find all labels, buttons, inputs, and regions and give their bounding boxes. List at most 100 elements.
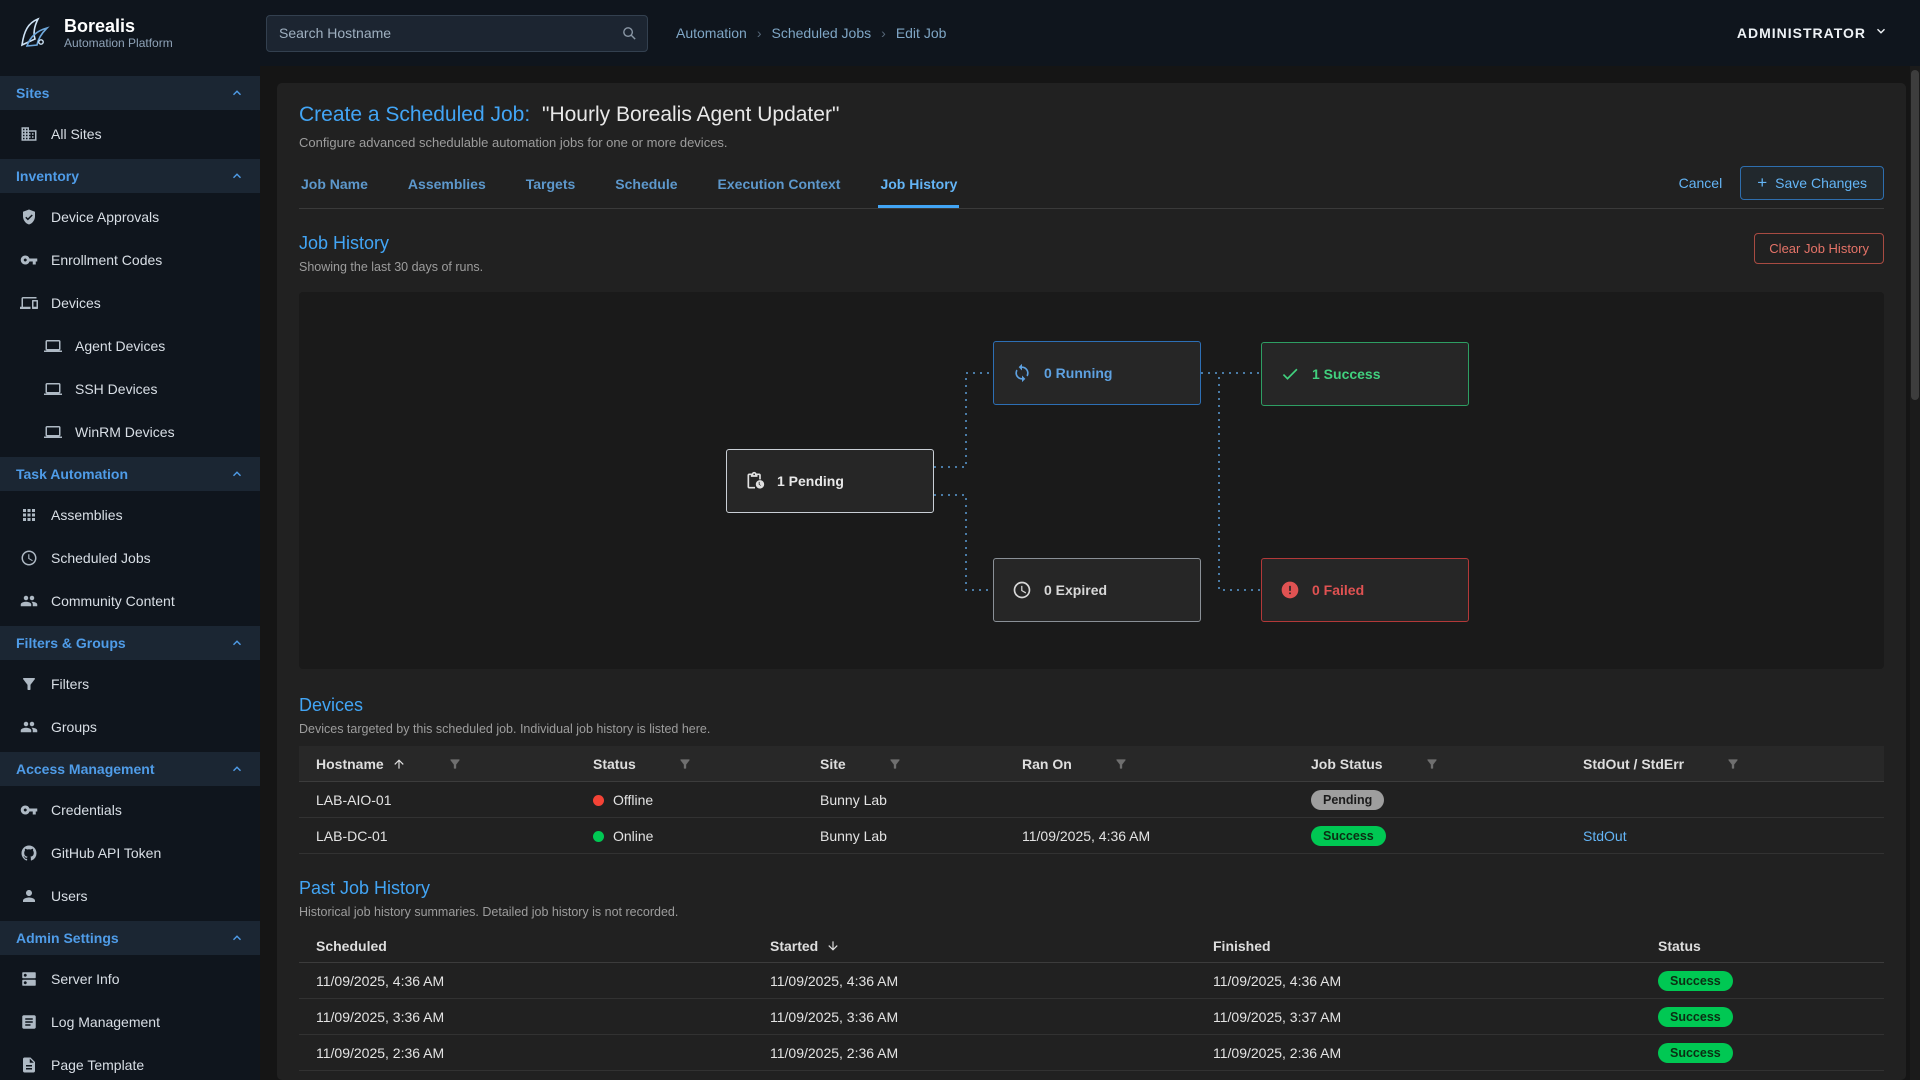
tab-assemblies[interactable]: Assemblies bbox=[406, 166, 488, 208]
devices-subheading: Devices targeted by this scheduled job. … bbox=[299, 722, 1884, 736]
cell-finished: 11/09/2025, 4:36 AM bbox=[1213, 973, 1658, 989]
sidebar-item-scheduled-jobs[interactable]: Scheduled Jobs bbox=[0, 536, 260, 579]
sidebar-item-label: Users bbox=[51, 888, 88, 904]
clock-icon bbox=[20, 549, 38, 567]
sidebar-item-server-info[interactable]: Server Info bbox=[0, 957, 260, 1000]
sidebar-item-ssh-devices[interactable]: SSH Devices bbox=[0, 367, 260, 410]
table-row[interactable]: 11/09/2025, 3:36 AM 11/09/2025, 3:36 AM … bbox=[299, 999, 1884, 1035]
sidebar-item-github-api-token[interactable]: GitHub API Token bbox=[0, 831, 260, 874]
sidebar-item-agent-devices[interactable]: Agent Devices bbox=[0, 324, 260, 367]
sidebar-item-page-template[interactable]: Page Template bbox=[0, 1043, 260, 1080]
sidebar-item-users[interactable]: Users bbox=[0, 874, 260, 917]
table-row[interactable]: 11/09/2025, 2:36 AM 11/09/2025, 2:36 AM … bbox=[299, 1035, 1884, 1071]
sort-desc-icon[interactable] bbox=[826, 939, 840, 953]
clipboard-clock-icon bbox=[745, 471, 765, 491]
column-header-site[interactable]: Site bbox=[820, 756, 846, 772]
breadcrumb-separator: › bbox=[757, 25, 762, 41]
sidebar-item-credentials[interactable]: Credentials bbox=[0, 788, 260, 831]
filter-menu-icon[interactable] bbox=[678, 757, 692, 771]
flow-node-label: 0 Expired bbox=[1044, 582, 1107, 598]
sidebar-item-enrollment-codes[interactable]: Enrollment Codes bbox=[0, 238, 260, 281]
sidebar-section-admin-settings[interactable]: Admin Settings bbox=[0, 921, 260, 955]
cell-scheduled: 11/09/2025, 2:36 AM bbox=[316, 1045, 770, 1061]
sidebar-section-label: Filters & Groups bbox=[16, 635, 126, 651]
sidebar-item-label: Agent Devices bbox=[75, 338, 165, 354]
tab-targets[interactable]: Targets bbox=[524, 166, 578, 208]
scrollbar-thumb[interactable] bbox=[1911, 70, 1919, 400]
sidebar-item-winrm-devices[interactable]: WinRM Devices bbox=[0, 410, 260, 453]
filter-menu-icon[interactable] bbox=[448, 757, 462, 771]
save-changes-button[interactable]: + Save Changes bbox=[1740, 166, 1884, 200]
cell-finished: 11/09/2025, 2:36 AM bbox=[1213, 1045, 1658, 1061]
column-header-job-status[interactable]: Job Status bbox=[1311, 756, 1383, 772]
cell-site: Bunny Lab bbox=[820, 792, 1022, 808]
devices-table: Hostname Status Site Ran On bbox=[299, 746, 1884, 854]
sidebar-section-sites[interactable]: Sites bbox=[0, 76, 260, 110]
filter-menu-icon[interactable] bbox=[888, 757, 902, 771]
top-bar: Borealis Automation Platform Automation … bbox=[0, 0, 1920, 66]
sidebar-section-task-automation[interactable]: Task Automation bbox=[0, 457, 260, 491]
breadcrumb-item-automation[interactable]: Automation bbox=[676, 25, 747, 41]
sidebar-item-label: Groups bbox=[51, 719, 97, 735]
tab-job-history[interactable]: Job History bbox=[878, 166, 959, 208]
tab-job-name[interactable]: Job Name bbox=[299, 166, 370, 208]
vertical-scrollbar[interactable] bbox=[1910, 66, 1920, 1080]
sidebar-item-filters[interactable]: Filters bbox=[0, 662, 260, 705]
cell-ran-on: 11/09/2025, 4:36 AM bbox=[1022, 828, 1311, 844]
sidebar-item-label: Assemblies bbox=[51, 507, 123, 523]
filter-menu-icon[interactable] bbox=[1425, 757, 1439, 771]
cancel-button[interactable]: Cancel bbox=[1679, 175, 1723, 191]
main-content: Create a Scheduled Job: "Hourly Borealis… bbox=[260, 66, 1920, 1080]
flow-node-success[interactable]: 1 Success bbox=[1261, 342, 1469, 406]
sidebar-item-assemblies[interactable]: Assemblies bbox=[0, 493, 260, 536]
sort-asc-icon[interactable] bbox=[392, 757, 406, 771]
sidebar-section-inventory[interactable]: Inventory bbox=[0, 159, 260, 193]
table-row[interactable]: LAB-DC-01 Online Bunny Lab 11/09/2025, 4… bbox=[299, 818, 1884, 854]
grid-icon bbox=[20, 506, 38, 524]
clear-job-history-button[interactable]: Clear Job History bbox=[1754, 233, 1884, 264]
past-history-heading: Past Job History bbox=[299, 878, 1884, 899]
column-header-ran-on[interactable]: Ran On bbox=[1022, 756, 1072, 772]
sidebar-item-groups[interactable]: Groups bbox=[0, 705, 260, 748]
sidebar-item-log-management[interactable]: Log Management bbox=[0, 1000, 260, 1043]
flow-node-running[interactable]: 0 Running bbox=[993, 341, 1201, 405]
sidebar-item-all-sites[interactable]: All Sites bbox=[0, 112, 260, 155]
past-history-subheading: Historical job history summaries. Detail… bbox=[299, 905, 1884, 919]
sidebar-section-filters-groups[interactable]: Filters & Groups bbox=[0, 626, 260, 660]
filter-menu-icon[interactable] bbox=[1726, 757, 1740, 771]
page-title-prefix: Create a Scheduled Job: bbox=[299, 103, 530, 126]
sidebar-item-device-approvals[interactable]: Device Approvals bbox=[0, 195, 260, 238]
table-row[interactable]: LAB-AIO-01 Offline Bunny Lab Pending bbox=[299, 782, 1884, 818]
cell-site: Bunny Lab bbox=[820, 828, 1022, 844]
stdout-link[interactable]: StdOut bbox=[1583, 828, 1627, 844]
sidebar-item-label: All Sites bbox=[51, 126, 102, 142]
column-header-status[interactable]: Status bbox=[1658, 938, 1701, 954]
tab-execution-context[interactable]: Execution Context bbox=[716, 166, 843, 208]
flow-node-pending[interactable]: 1 Pending bbox=[726, 449, 934, 513]
column-header-finished[interactable]: Finished bbox=[1213, 938, 1271, 954]
search-input[interactable] bbox=[266, 15, 648, 52]
devices-heading: Devices bbox=[299, 695, 1884, 716]
user-menu[interactable]: ADMINISTRATOR bbox=[1737, 24, 1888, 43]
column-header-hostname[interactable]: Hostname bbox=[316, 756, 384, 772]
flow-node-expired[interactable]: 0 Expired bbox=[993, 558, 1201, 622]
sidebar-item-community-content[interactable]: Community Content bbox=[0, 579, 260, 622]
breadcrumb-item-scheduled-jobs[interactable]: Scheduled Jobs bbox=[772, 25, 872, 41]
table-row[interactable]: 11/09/2025, 4:36 AM 11/09/2025, 4:36 AM … bbox=[299, 963, 1884, 999]
chevron-up-icon bbox=[230, 636, 244, 650]
filter-menu-icon[interactable] bbox=[1114, 757, 1128, 771]
column-header-stdout-stderr[interactable]: StdOut / StdErr bbox=[1583, 756, 1684, 772]
sidebar-item-devices[interactable]: Devices bbox=[0, 281, 260, 324]
breadcrumb-item-edit-job[interactable]: Edit Job bbox=[896, 25, 947, 41]
sidebar-section-access-management[interactable]: Access Management bbox=[0, 752, 260, 786]
cell-job-status: Pending bbox=[1311, 790, 1583, 810]
column-header-status[interactable]: Status bbox=[593, 756, 636, 772]
save-changes-label: Save Changes bbox=[1775, 175, 1867, 191]
chevron-up-icon bbox=[230, 762, 244, 776]
check-icon bbox=[1280, 364, 1300, 384]
column-header-scheduled[interactable]: Scheduled bbox=[316, 938, 387, 954]
column-header-started[interactable]: Started bbox=[770, 938, 818, 954]
flow-node-failed[interactable]: 0 Failed bbox=[1261, 558, 1469, 622]
devices-table-header: Hostname Status Site Ran On bbox=[299, 746, 1884, 782]
tab-schedule[interactable]: Schedule bbox=[613, 166, 679, 208]
